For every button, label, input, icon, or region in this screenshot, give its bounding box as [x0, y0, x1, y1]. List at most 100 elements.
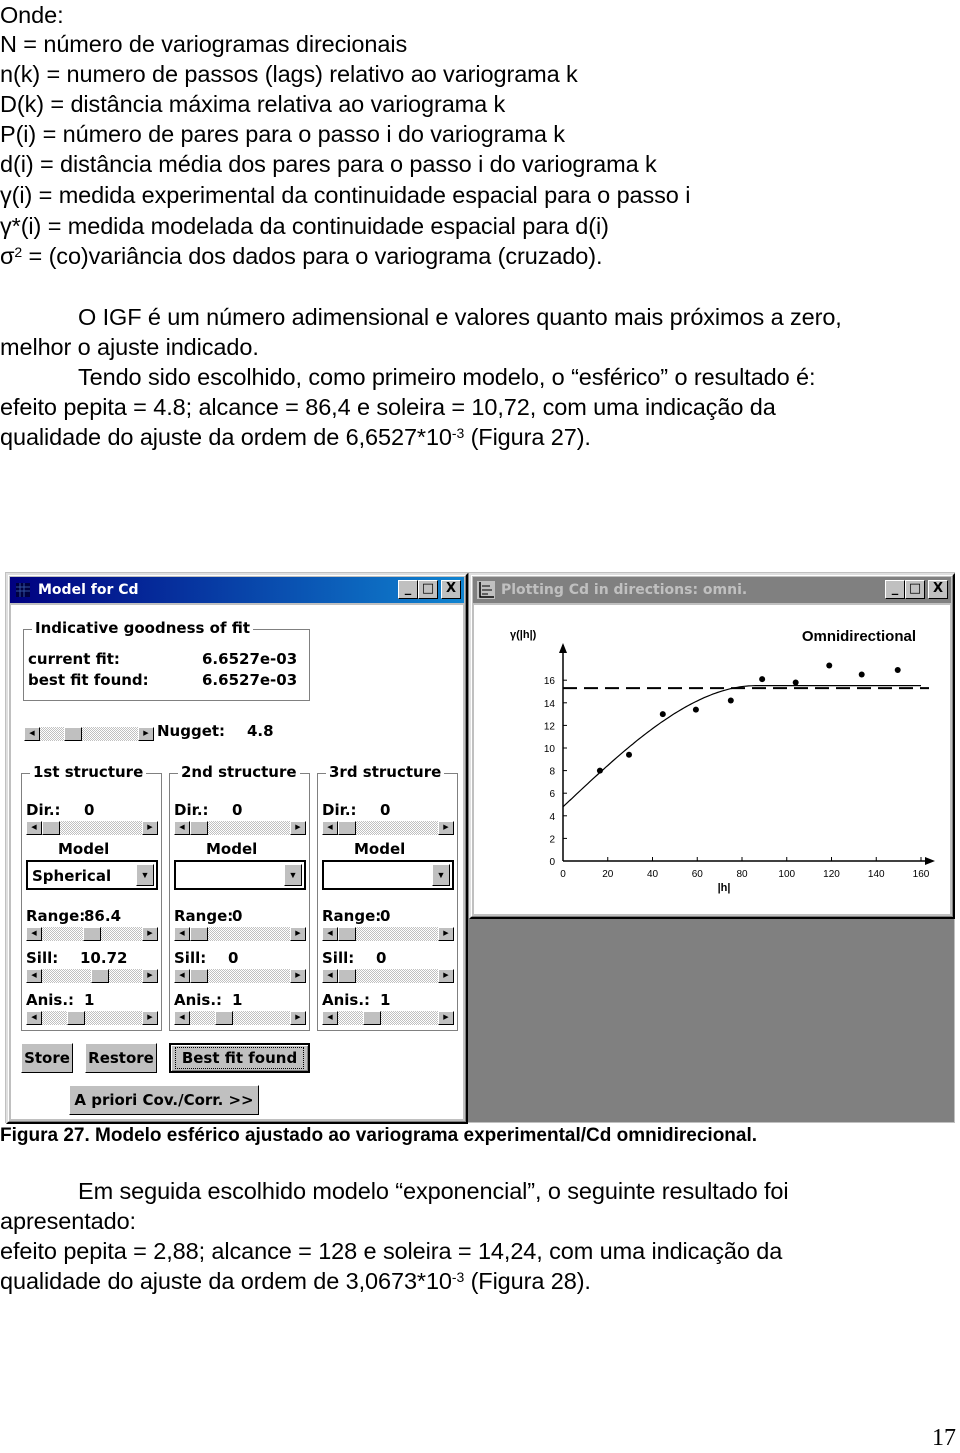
chevron-down-icon[interactable]: ▼ — [284, 864, 302, 886]
scroll-left-icon[interactable]: ◀ — [322, 969, 338, 983]
sill-slider[interactable]: ◀ ▶ — [174, 969, 306, 983]
scroll-right-icon[interactable]: ▶ — [142, 969, 158, 983]
minimize-button[interactable]: _ — [398, 580, 418, 599]
slider-thumb[interactable] — [215, 1011, 233, 1025]
slider-thumb[interactable] — [363, 1011, 381, 1025]
y-tick-label: 10 — [544, 744, 556, 755]
scroll-right-icon[interactable]: ▶ — [290, 927, 306, 941]
scroll-left-icon[interactable]: ◀ — [174, 1011, 190, 1025]
dir-slider[interactable]: ◀ ▶ — [26, 821, 158, 835]
data-point — [858, 671, 865, 678]
scroll-right-icon[interactable]: ▶ — [438, 821, 454, 835]
slider-thumb[interactable] — [190, 969, 208, 983]
slider-thumb[interactable] — [42, 821, 60, 835]
scroll-right-icon[interactable]: ▶ — [142, 927, 158, 941]
scroll-left-icon[interactable]: ◀ — [26, 821, 42, 835]
scroll-left-icon[interactable]: ◀ — [322, 1011, 338, 1025]
anis-value: 1 — [232, 991, 243, 1009]
scroll-left-icon[interactable]: ◀ — [26, 1011, 42, 1025]
y-tick-label: 0 — [549, 857, 555, 868]
plot-window-titlebar[interactable]: Plotting Cd in directions: omni. _ □ X — [473, 577, 951, 603]
scroll-left-icon[interactable]: ◀ — [24, 727, 40, 741]
scroll-right-icon[interactable]: ▶ — [438, 927, 454, 941]
data-point — [826, 662, 833, 669]
slider-thumb[interactable] — [91, 969, 109, 983]
paragraph-line: apresentado: — [0, 1208, 136, 1234]
scroll-right-icon[interactable]: ▶ — [290, 969, 306, 983]
slider-thumb[interactable] — [338, 927, 356, 941]
model-label: Model — [354, 840, 406, 858]
model-select-value: Spherical — [32, 867, 112, 885]
scroll-left-icon[interactable]: ◀ — [26, 927, 42, 941]
anis-value: 1 — [380, 991, 391, 1009]
sill-label: Sill: — [26, 949, 59, 967]
x-tick-label: 80 — [736, 869, 748, 880]
sill-slider[interactable]: ◀ ▶ — [26, 969, 158, 983]
maximize-button[interactable]: □ — [418, 580, 438, 599]
x-tick-label: 120 — [823, 869, 840, 880]
superscript: 2 — [14, 244, 23, 260]
minimize-button[interactable]: _ — [885, 580, 905, 599]
data-point — [659, 711, 666, 718]
model-select[interactable]: ▼ — [174, 860, 306, 890]
scroll-left-icon[interactable]: ◀ — [174, 969, 190, 983]
model-select[interactable]: ▼ — [322, 860, 454, 890]
slider-thumb[interactable] — [338, 969, 356, 983]
scroll-left-icon[interactable]: ◀ — [322, 927, 338, 941]
chevron-down-icon[interactable]: ▼ — [136, 864, 154, 886]
scroll-right-icon[interactable]: ▶ — [142, 821, 158, 835]
structure-group: 2nd structure Dir.: 0 ◀ ▶ Range: 0 ◀ ▶ Sill: 0… — [169, 763, 310, 1031]
chevron-down-icon[interactable]: ▼ — [432, 864, 450, 886]
scroll-left-icon[interactable]: ◀ — [26, 969, 42, 983]
nugget-slider[interactable]: ◀ ▶ — [24, 727, 154, 741]
window-title: Model for Cd — [38, 582, 139, 598]
scroll-right-icon[interactable]: ▶ — [138, 727, 154, 741]
slider-thumb[interactable] — [190, 821, 208, 835]
group-title: 3rd structure — [326, 763, 445, 781]
scroll-left-icon[interactable]: ◀ — [174, 927, 190, 941]
maximize-button[interactable]: □ — [905, 580, 925, 599]
anis-slider[interactable]: ◀ ▶ — [26, 1011, 158, 1025]
slider-thumb[interactable] — [83, 927, 101, 941]
anis-slider[interactable]: ◀ ▶ — [174, 1011, 306, 1025]
model-window-titlebar[interactable]: Model for Cd _ □ X — [10, 577, 464, 603]
range-slider[interactable]: ◀ ▶ — [322, 927, 454, 941]
sigma-symbol: σ — [0, 243, 15, 269]
slider-thumb[interactable] — [338, 821, 356, 835]
anis-slider[interactable]: ◀ ▶ — [322, 1011, 454, 1025]
slider-thumb[interactable] — [64, 727, 82, 741]
text-line: P(i) = número de pares para o passo i do… — [0, 121, 565, 147]
anis-label: Anis.: — [174, 991, 223, 1009]
range-slider[interactable]: ◀ ▶ — [174, 927, 306, 941]
slider-thumb[interactable] — [190, 927, 208, 941]
close-button[interactable]: X — [441, 580, 461, 599]
store-button[interactable]: Store — [21, 1043, 73, 1073]
scroll-right-icon[interactable]: ▶ — [142, 1011, 158, 1025]
sill-slider[interactable]: ◀ ▶ — [322, 969, 454, 983]
chart-title: Omnidirectional — [802, 628, 916, 645]
model-curve — [562, 685, 921, 808]
scroll-right-icon[interactable]: ▶ — [290, 1011, 306, 1025]
text-span: (Figura 28). — [464, 1268, 591, 1294]
scroll-left-icon[interactable]: ◀ — [174, 821, 190, 835]
restore-button[interactable]: Restore — [85, 1043, 157, 1073]
apriori-cov-corr-button[interactable]: A priori Cov./Corr. >> — [69, 1085, 259, 1115]
y-tick-label: 12 — [544, 721, 556, 732]
scroll-right-icon[interactable]: ▶ — [438, 969, 454, 983]
range-slider[interactable]: ◀ ▶ — [26, 927, 158, 941]
scroll-right-icon[interactable]: ▶ — [290, 821, 306, 835]
slider-thumb[interactable] — [67, 1011, 85, 1025]
data-point — [792, 679, 799, 686]
close-button[interactable]: X — [928, 580, 948, 599]
dir-value: 0 — [84, 801, 95, 819]
goodness-of-fit-group: Indicative goodness of fit current fit: … — [23, 619, 310, 701]
dir-slider[interactable]: ◀ ▶ — [322, 821, 454, 835]
model-select[interactable]: Spherical ▼ — [26, 860, 158, 890]
paragraph-line: qualidade do ajuste da ordem de 6,6527*1… — [0, 422, 591, 452]
scroll-right-icon[interactable]: ▶ — [438, 1011, 454, 1025]
dir-slider[interactable]: ◀ ▶ — [174, 821, 306, 835]
best-fit-found-button[interactable]: Best fit found — [169, 1043, 310, 1073]
grid-icon — [16, 583, 30, 597]
window-title: Plotting Cd in directions: omni. — [501, 582, 748, 598]
scroll-left-icon[interactable]: ◀ — [322, 821, 338, 835]
